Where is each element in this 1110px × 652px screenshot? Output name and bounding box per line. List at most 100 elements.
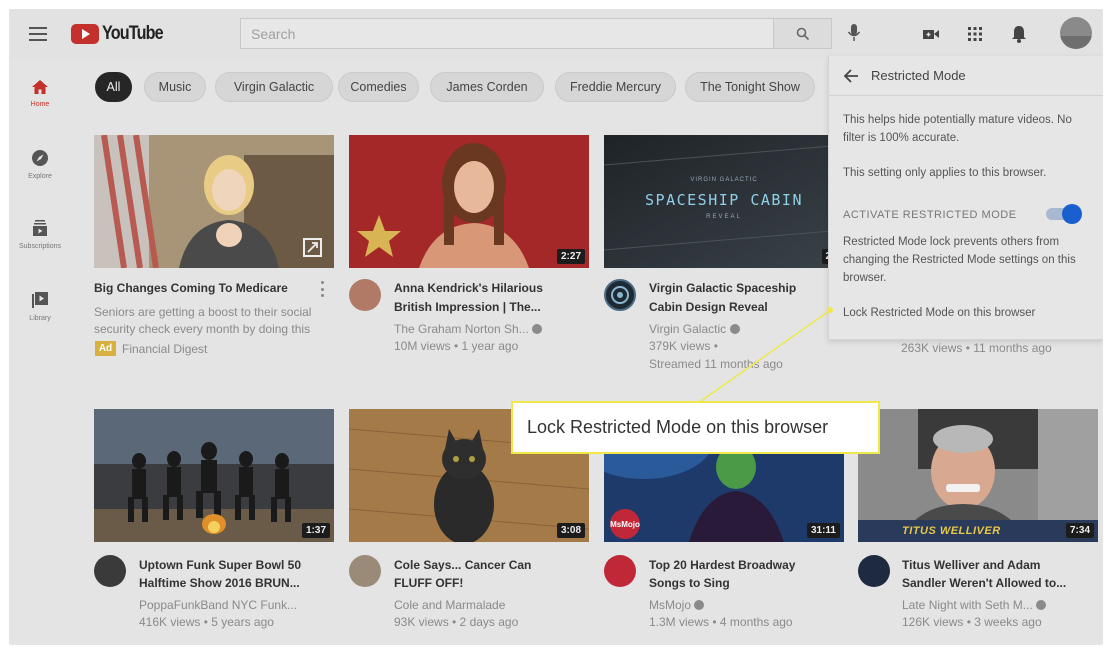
video-title[interactable]: Cole Says... Cancer Can bbox=[394, 556, 531, 574]
verified-icon bbox=[532, 324, 543, 334]
library-icon bbox=[32, 292, 48, 308]
restricted-mode-toggle[interactable] bbox=[1046, 204, 1082, 224]
sidebar-item-home[interactable]: Home bbox=[9, 79, 71, 139]
video-stats: Streamed 11 months ago bbox=[649, 357, 783, 371]
video-title[interactable]: Cabin Design Reveal bbox=[649, 298, 768, 316]
video-stats: 379K views • bbox=[649, 339, 718, 353]
menu-icon[interactable] bbox=[29, 27, 47, 41]
toggle-knob bbox=[1062, 204, 1082, 224]
search-button[interactable] bbox=[774, 18, 832, 49]
sidebar-item-library[interactable]: Library bbox=[9, 291, 71, 351]
video-stats: 1.3M views • 4 months ago bbox=[649, 615, 793, 629]
channel-name[interactable]: MsMojo bbox=[649, 596, 705, 614]
channel-name[interactable]: Late Night with Seth M... bbox=[902, 596, 1047, 614]
video-duration: 1:37 bbox=[301, 523, 330, 538]
channel-avatar[interactable] bbox=[604, 279, 636, 311]
verified-icon bbox=[694, 600, 705, 610]
lock-restricted-mode-link[interactable]: Lock Restricted Mode on this browser bbox=[843, 304, 1095, 322]
channel-avatar[interactable] bbox=[858, 555, 890, 587]
sidebar-item-subscriptions[interactable]: Subscriptions bbox=[9, 219, 71, 279]
video-title[interactable]: Songs to Sing bbox=[649, 574, 730, 592]
chip-virgin-galactic[interactable]: Virgin Galactic bbox=[215, 72, 333, 102]
channel-name[interactable]: The Graham Norton Sh... bbox=[394, 320, 543, 338]
mic-icon[interactable] bbox=[847, 23, 861, 48]
chip-music[interactable]: Music bbox=[144, 72, 206, 102]
activate-restricted-mode-label: ACTIVATE RESTRICTED MODE bbox=[843, 209, 1017, 221]
thumbnail-image bbox=[94, 135, 334, 268]
video-title[interactable]: Uptown Funk Super Bowl 50 bbox=[139, 556, 301, 574]
channel-name[interactable]: Financial Digest bbox=[122, 340, 207, 358]
video-title[interactable]: Virgin Galactic Spaceship bbox=[649, 279, 796, 297]
channel-name[interactable]: PoppaFunkBand NYC Funk... bbox=[139, 596, 297, 614]
youtube-logo[interactable]: YouTube bbox=[71, 23, 173, 45]
panel-header: Restricted Mode bbox=[829, 56, 1103, 96]
channel-avatar[interactable] bbox=[349, 279, 381, 311]
video-title[interactable]: Halftime Show 2016 BRUN... bbox=[139, 574, 300, 592]
top-bar: YouTube Search bbox=[9, 9, 1103, 59]
video-title[interactable]: Top 20 Hardest Broadway bbox=[649, 556, 795, 574]
home-icon bbox=[32, 80, 48, 94]
apps-grid-icon[interactable] bbox=[964, 23, 986, 45]
browser-scope-note: This setting only applies to this browse… bbox=[843, 167, 1047, 179]
sidebar-item-explore[interactable]: Explore bbox=[9, 149, 71, 209]
video-thumbnail[interactable]: VIRGIN GALACTIC SPACESHIP CABIN REVEAL 2… bbox=[604, 135, 844, 268]
callout-box: Lock Restricted Mode on this browser bbox=[511, 401, 880, 454]
youtube-play-icon bbox=[71, 24, 99, 44]
search-input[interactable]: Search bbox=[240, 18, 774, 49]
video-title[interactable]: Titus Welliver and Adam bbox=[902, 556, 1040, 574]
ad-description: security check every month by doing this bbox=[94, 322, 311, 336]
account-avatar[interactable] bbox=[1060, 17, 1092, 49]
thumbnail-caption: TITUS WELLIVER bbox=[902, 525, 1001, 537]
video-duration: 7:34 bbox=[1065, 523, 1094, 538]
video-thumbnail[interactable]: 2:27 bbox=[349, 135, 589, 268]
chip-the-tonight-show[interactable]: The Tonight Show bbox=[685, 72, 815, 102]
channel-avatar[interactable] bbox=[349, 555, 381, 587]
thumbnail-image bbox=[94, 409, 334, 542]
verified-icon bbox=[729, 324, 740, 334]
sidebar-item-label: Library bbox=[29, 315, 51, 322]
video-stats: 10M views • 1 year ago bbox=[394, 339, 519, 353]
notifications-bell-icon[interactable] bbox=[1008, 23, 1030, 45]
video-thumbnail[interactable] bbox=[94, 135, 334, 268]
msmojo-badge: MsMojo bbox=[610, 509, 640, 539]
search-icon bbox=[796, 27, 809, 40]
verified-icon bbox=[1036, 600, 1047, 610]
thumbnail-image bbox=[349, 135, 589, 268]
create-video-icon[interactable] bbox=[920, 23, 942, 45]
compass-icon bbox=[32, 150, 48, 166]
thumbnail-caption-bar: TITUS WELLIVER bbox=[858, 520, 1098, 542]
video-thumbnail[interactable]: 1:37 bbox=[94, 409, 334, 542]
more-options-icon[interactable] bbox=[321, 281, 325, 297]
video-stats: 263K views • 11 months ago bbox=[901, 341, 1052, 355]
panel-description: This helps hide potentially mature video… bbox=[843, 114, 1072, 144]
chip-james-corden[interactable]: James Corden bbox=[430, 72, 544, 102]
video-thumbnail[interactable]: TITUS WELLIVER 7:34 bbox=[858, 409, 1098, 542]
video-title[interactable]: FLUFF OFF! bbox=[394, 574, 463, 592]
panel-title: Restricted Mode bbox=[871, 68, 966, 83]
back-arrow-icon[interactable] bbox=[843, 68, 859, 83]
logo-text: YouTube bbox=[102, 23, 164, 44]
video-stats: 93K views • 2 days ago bbox=[394, 615, 519, 629]
video-title[interactable]: British Impression | The... bbox=[394, 298, 541, 316]
chip-freddie-mercury[interactable]: Freddie Mercury bbox=[555, 72, 676, 102]
sidebar-item-label: Subscriptions bbox=[18, 243, 62, 250]
ad-badge: Ad bbox=[95, 341, 116, 356]
thumbnail-caption: REVEAL bbox=[706, 214, 742, 220]
video-stats: 416K views • 5 years ago bbox=[139, 615, 274, 629]
restricted-mode-panel: Restricted Mode This helps hide potentia… bbox=[828, 56, 1103, 340]
video-title[interactable]: Sandler Weren't Allowed to... bbox=[902, 574, 1066, 592]
channel-name[interactable]: Virgin Galactic bbox=[649, 320, 740, 338]
channel-avatar[interactable] bbox=[94, 555, 126, 587]
lock-description: Restricted Mode lock prevents others fro… bbox=[843, 236, 1076, 284]
video-duration: 31:11 bbox=[806, 523, 840, 538]
video-stats: 126K views • 3 weeks ago bbox=[902, 615, 1042, 629]
chip-all[interactable]: All bbox=[95, 72, 132, 102]
chip-comedies[interactable]: Comedies bbox=[338, 72, 419, 102]
video-duration: 2:27 bbox=[556, 249, 585, 264]
app-window: YouTube Search Home Explore Subscription… bbox=[9, 9, 1103, 645]
video-title[interactable]: Anna Kendrick's Hilarious bbox=[394, 279, 543, 297]
channel-name[interactable]: Cole and Marmalade bbox=[394, 596, 505, 614]
channel-avatar[interactable] bbox=[604, 555, 636, 587]
video-title[interactable]: Big Changes Coming To Medicare bbox=[94, 279, 288, 297]
subscriptions-icon bbox=[33, 220, 47, 236]
